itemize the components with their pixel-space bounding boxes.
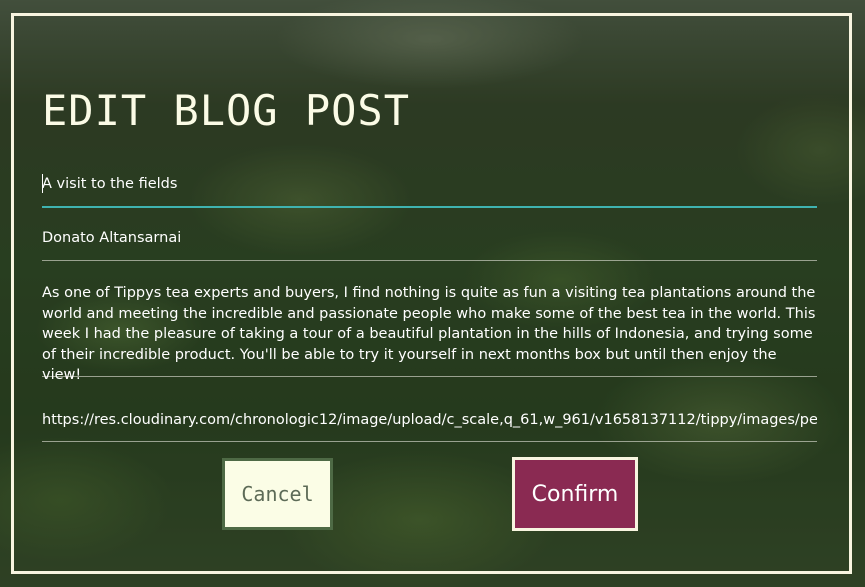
body-textarea[interactable]: As one of Tippys tea experts and buyers,… xyxy=(42,283,817,383)
image-url-input[interactable]: https://res.cloudinary.com/chronologic12… xyxy=(42,410,817,442)
text-cursor xyxy=(42,174,43,193)
page-title: EDIT BLOG POST xyxy=(42,86,411,135)
cancel-button[interactable]: Cancel xyxy=(222,458,333,530)
cancel-button-label: Cancel xyxy=(241,482,314,506)
confirm-button-label: Confirm xyxy=(531,481,619,507)
title-input[interactable]: A visit to the fields xyxy=(42,174,817,208)
author-input[interactable]: Donato Altansarnai xyxy=(42,228,817,261)
confirm-button[interactable]: Confirm xyxy=(512,457,638,531)
